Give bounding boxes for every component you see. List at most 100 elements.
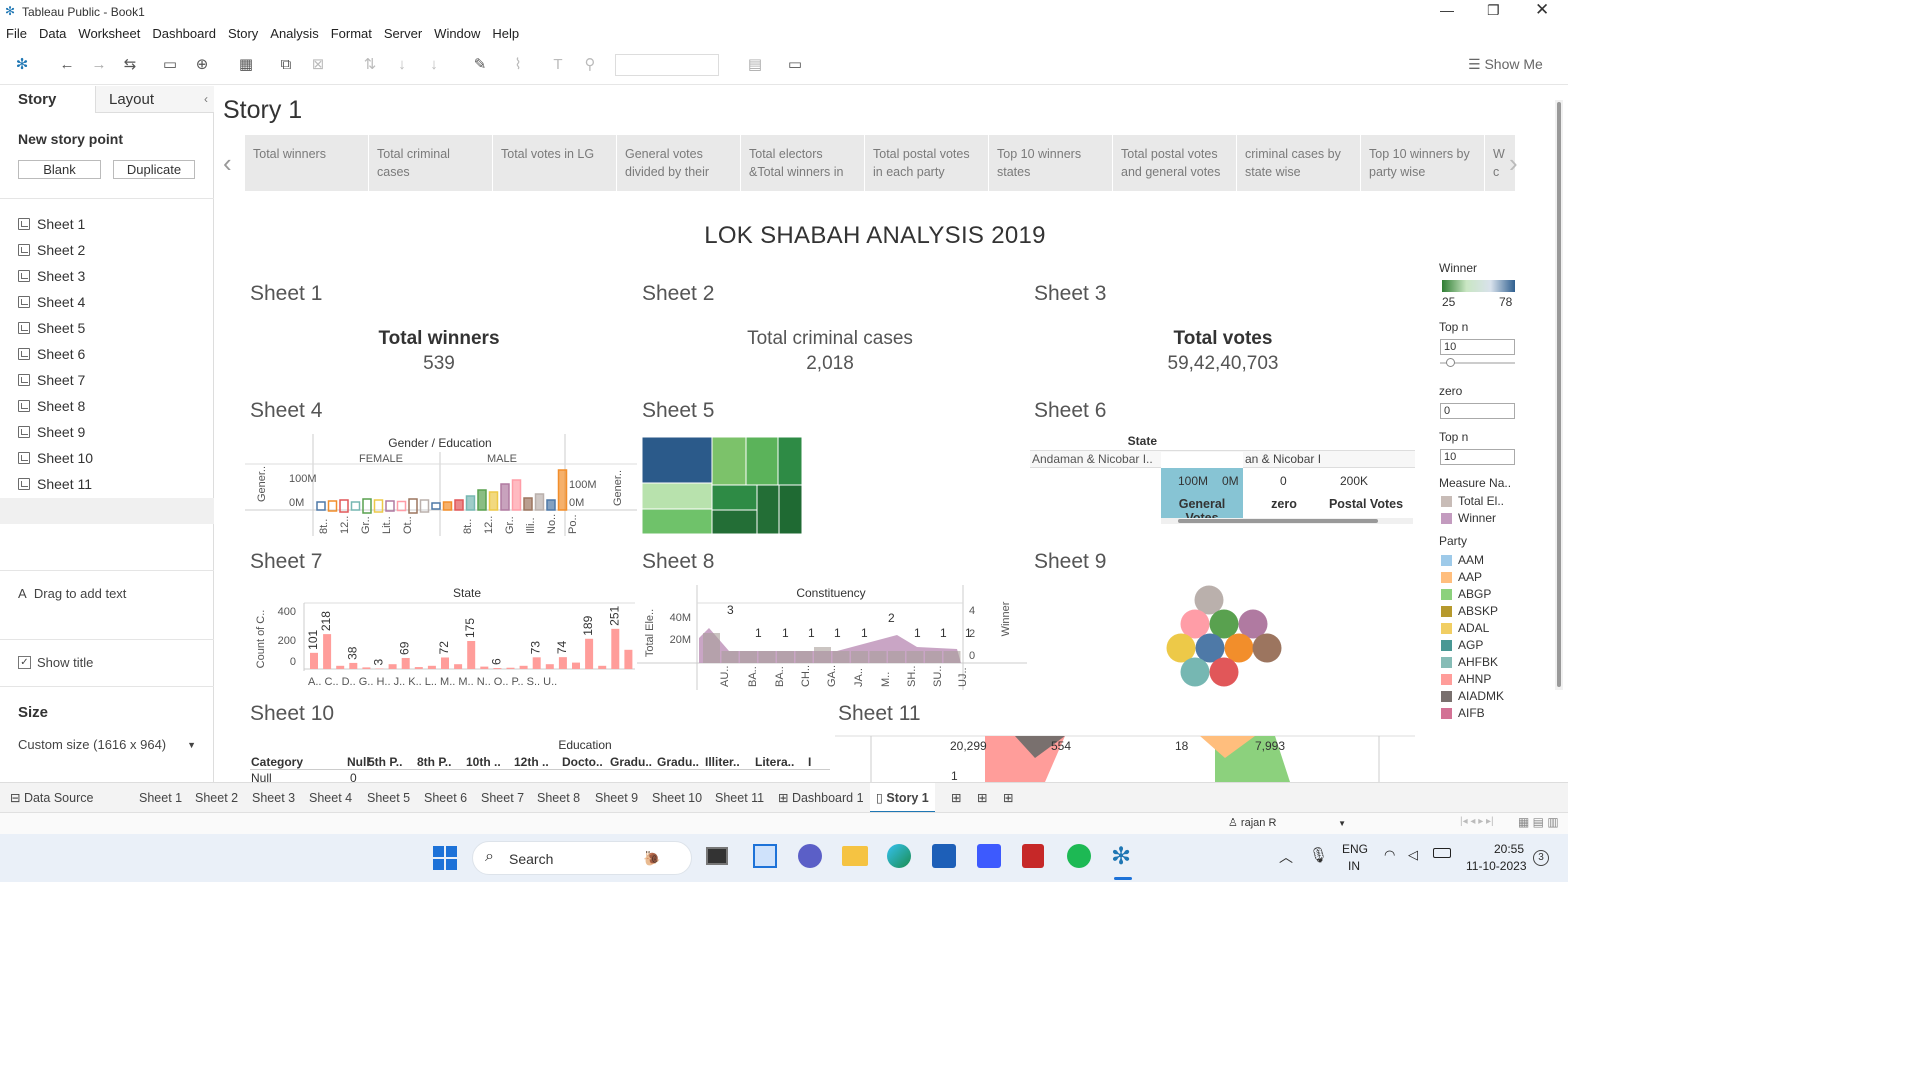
spotify-icon[interactable] [1067, 844, 1091, 868]
story-point[interactable]: Total winners [245, 135, 368, 191]
sheet-list-item[interactable]: Sheet 1 [18, 213, 85, 235]
sheet-list-item[interactable]: Sheet 6 [18, 343, 85, 365]
story-point[interactable]: General votes divided by their [617, 135, 740, 191]
sheet-tab[interactable]: Sheet 7 [475, 783, 530, 813]
microphone-icon[interactable]: 🎙 [1309, 846, 1328, 864]
tray-chevron-icon[interactable]: ︿ [1279, 847, 1293, 867]
teams-icon[interactable] [798, 844, 822, 868]
story-point[interactable]: Total votes in LG [493, 135, 616, 191]
undo-icon[interactable]: ← [57, 55, 77, 75]
vertical-scrollbar[interactable] [1555, 100, 1563, 690]
new-worksheet-icon[interactable]: ⊞ [945, 783, 967, 813]
label-icon[interactable]: T [548, 55, 568, 75]
lang-2[interactable]: IN [1348, 859, 1360, 873]
menu-data[interactable]: Data [33, 24, 72, 45]
sheet-tab[interactable]: Sheet 10 [646, 783, 708, 813]
group-icon[interactable]: ⌇ [508, 55, 528, 75]
sheet-tab[interactable]: Sheet 2 [189, 783, 244, 813]
menu-format[interactable]: Format [325, 24, 378, 45]
tab-story[interactable]: Story [0, 86, 95, 113]
sheet-list-item[interactable]: Sheet 9 [18, 421, 85, 443]
sort-desc-icon[interactable]: ↓ [424, 55, 444, 75]
topn2-input[interactable]: 10 [1440, 449, 1515, 465]
sheet-tab[interactable]: Sheet 11 [709, 783, 770, 813]
sheet-tab[interactable]: Sheet 4 [303, 783, 358, 813]
tableau-taskbar-icon[interactable]: ✻ [1111, 842, 1131, 871]
party-legend-item[interactable]: AIFB [1441, 706, 1485, 720]
windows-start-icon[interactable] [433, 846, 457, 870]
taskbar-search[interactable]: ⌕ Search 🐌 [472, 841, 692, 875]
swap-icon[interactable]: ⇅ [360, 55, 380, 75]
party-legend-item[interactable]: ABSKP [1441, 604, 1498, 618]
sheet-list-item[interactable]: Sheet 10 [18, 447, 93, 469]
story-point[interactable]: Top 10 winners states [989, 135, 1112, 191]
menu-dashboard[interactable]: Dashboard [146, 24, 222, 45]
show-title-checkbox[interactable]: ✓ Show title [18, 655, 93, 670]
party-legend-item[interactable]: AIADMK [1441, 689, 1504, 703]
menu-help[interactable]: Help [486, 24, 525, 45]
replace-data-icon[interactable]: ⇆ [120, 55, 140, 75]
sheet-list-item[interactable]: Sheet 3 [18, 265, 85, 287]
show-cards-icon[interactable]: ▤ [745, 55, 765, 75]
menu-window[interactable]: Window [428, 24, 486, 45]
new-worksheet-icon[interactable]: ▦ [236, 55, 256, 75]
pin-icon[interactable]: ⚲ [580, 55, 600, 75]
view-toggle-icons[interactable]: ▦ ▤ ▥ [1518, 815, 1559, 829]
party-legend-item[interactable]: AHFBK [1441, 655, 1498, 669]
sheet-tab[interactable]: Sheet 3 [246, 783, 301, 813]
new-dashboard-icon[interactable]: ⊞ [971, 783, 993, 813]
collapse-icon[interactable]: ‹ [204, 86, 208, 113]
tab-layout[interactable]: Layout ‹ [95, 86, 214, 113]
menu-worksheet[interactable]: Worksheet [72, 24, 146, 45]
menu-analysis[interactable]: Analysis [264, 24, 324, 45]
party-legend-item[interactable]: AAP [1441, 570, 1482, 584]
story-point[interactable]: Total criminal cases [369, 135, 492, 191]
blank-button[interactable]: Blank [18, 160, 101, 179]
story-prev-arrow-icon[interactable]: ‹ [223, 148, 232, 179]
new-story-icon[interactable]: ⊞ [997, 783, 1019, 813]
fit-dropdown[interactable] [615, 54, 719, 76]
story-point[interactable]: Total electors &Total winners in [741, 135, 864, 191]
story-point[interactable]: criminal cases by state wise [1237, 135, 1360, 191]
lang-1[interactable]: ENG [1342, 842, 1368, 856]
edge-icon[interactable] [887, 844, 911, 868]
menu-file[interactable]: File [0, 24, 33, 45]
party-legend-item[interactable]: AHNP [1441, 672, 1491, 686]
minimize-icon[interactable]: — [1440, 2, 1454, 18]
zero-input[interactable]: 0 [1440, 403, 1515, 419]
clock-date[interactable]: 11-10-2023 [1466, 859, 1527, 873]
close-icon[interactable]: ✕ [1535, 0, 1549, 20]
clock-time[interactable]: 20:55 [1494, 842, 1524, 856]
drag-to-add-text[interactable]: A Drag to add text [18, 586, 126, 601]
save-icon[interactable]: ▭ [160, 55, 180, 75]
volume-icon[interactable]: ◁ [1408, 847, 1418, 863]
topn-input[interactable]: 10 [1440, 339, 1515, 355]
party-legend-item[interactable]: ABGP [1441, 587, 1491, 601]
sheet-tab[interactable]: Sheet 8 [531, 783, 586, 813]
sheet-tab[interactable]: Sheet 5 [361, 783, 416, 813]
presentation-icon[interactable]: ▭ [785, 55, 805, 75]
sheet-list-item[interactable]: Sheet 4 [18, 291, 85, 313]
sheet-tab[interactable]: Sheet 9 [589, 783, 644, 813]
maximize-icon[interactable]: ❐ [1487, 2, 1500, 19]
duplicate-icon[interactable]: ⧉ [276, 55, 296, 75]
size-dropdown[interactable]: Custom size (1616 x 964) ▼ [18, 737, 196, 752]
widgets-icon[interactable] [753, 844, 777, 868]
menu-story[interactable]: Story [222, 24, 264, 45]
clear-sheet-icon[interactable]: ⊠ [308, 55, 328, 75]
sheet-list-item[interactable]: Sheet 7 [18, 369, 85, 391]
sheet-tab[interactable]: ▯ Story 1 [870, 783, 935, 813]
party-legend-item[interactable]: AGP [1441, 638, 1483, 652]
battery-icon[interactable] [1433, 848, 1451, 858]
sheet-list-item[interactable]: Sheet 11 [18, 473, 92, 495]
show-me-button[interactable]: ☰ Show Me [1468, 56, 1543, 73]
mcafee-icon[interactable] [1022, 844, 1044, 868]
task-view-icon[interactable] [706, 847, 728, 865]
sheet-tab[interactable]: ⊞ Dashboard 1 [772, 783, 870, 813]
menu-server[interactable]: Server [378, 24, 428, 45]
story-point[interactable]: Total postal votes in each party [865, 135, 988, 191]
sheet-list-item[interactable]: Sheet 8 [18, 395, 85, 417]
sheet-list-item[interactable]: Sheet 5 [18, 317, 85, 339]
wifi-icon[interactable]: ◠ [1384, 847, 1395, 863]
file-explorer-icon[interactable] [842, 846, 868, 866]
